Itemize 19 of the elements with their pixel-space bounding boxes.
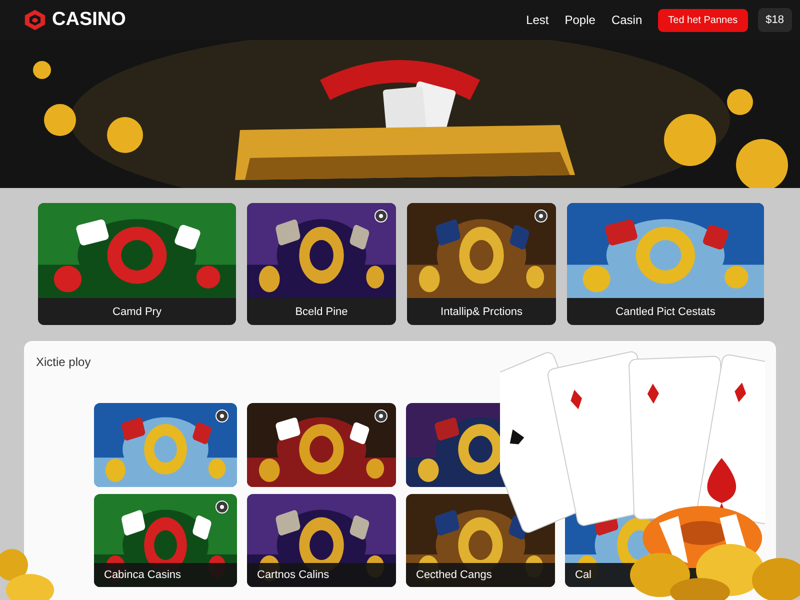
game-title: Cabinca Casins xyxy=(94,563,237,587)
game-card[interactable]: Cantled Pict Cestats xyxy=(567,203,764,325)
nav-link[interactable]: Pople xyxy=(564,13,596,27)
game-card[interactable]: Intallip& Prctions xyxy=(407,203,556,325)
section-title: Xictie ploy xyxy=(36,355,92,369)
game-title: Cantled Pict Cestats xyxy=(614,304,716,320)
balance-button[interactable]: $18 xyxy=(758,8,792,32)
game-title: Intallip& Prctions xyxy=(440,304,524,320)
game-card[interactable]: Camd Pry xyxy=(38,203,236,325)
cta-button[interactable]: Ted het Pannes xyxy=(658,8,748,32)
game-title: Camd Pry xyxy=(112,304,162,320)
logo-text: CASINO xyxy=(52,9,126,31)
logo-icon xyxy=(24,9,46,31)
game-card[interactable]: Bceld Pine xyxy=(247,203,396,325)
game-title: Cartnos Calins xyxy=(247,563,396,587)
game-title: Cecthed Cangs xyxy=(406,563,555,587)
game-title: Bceld Pine xyxy=(294,304,349,320)
nav-link[interactable]: Lest xyxy=(526,13,549,27)
nav-link[interactable]: Casin xyxy=(611,13,642,27)
